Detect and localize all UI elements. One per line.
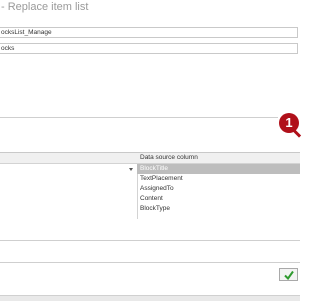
list-item[interactable]: BlockType — [137, 204, 300, 214]
chevron-down-icon[interactable] — [129, 168, 133, 171]
list-item[interactable]: AssignedTo — [137, 184, 300, 194]
list-column-header — [0, 153, 137, 164]
ok-button[interactable] — [279, 268, 298, 281]
section-divider — [0, 117, 278, 118]
list-column-column — [0, 153, 138, 219]
list-name-field[interactable]: ocksList_Manage — [0, 27, 298, 38]
grid-bottom-divider — [0, 240, 300, 241]
column-mapping-grid: Data source column BlockTitle TextPlacem… — [0, 152, 300, 219]
status-bar — [0, 295, 300, 301]
list-item[interactable]: Content — [137, 194, 300, 204]
footer-divider — [0, 262, 300, 263]
callout-pointer — [291, 128, 302, 138]
data-source-column-column: Data source column BlockTitle TextPlacem… — [137, 153, 300, 219]
data-source-column-header: Data source column — [137, 153, 300, 164]
list-item[interactable]: BlockTitle — [137, 164, 300, 174]
list-item[interactable]: TextPlacement — [137, 174, 300, 184]
source-field[interactable]: ocks — [0, 43, 298, 54]
dialog-title: - Replace item list — [1, 1, 89, 13]
green-checkmark-icon — [284, 270, 294, 280]
